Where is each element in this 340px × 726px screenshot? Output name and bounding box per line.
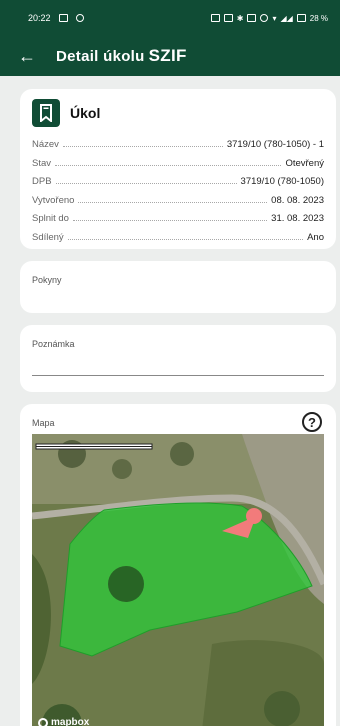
note-card: Poznámka <box>20 325 336 392</box>
status-bar: 20:22 ✱ ▾ ◢◢ 28 % <box>0 0 340 36</box>
status-time: 20:22 <box>28 13 51 23</box>
nfc-icon <box>223 14 233 22</box>
detail-leader <box>78 201 268 203</box>
map-card: Mapa ? mapbox <box>20 404 336 726</box>
sync-icon <box>75 14 84 22</box>
vibrate-icon <box>247 14 257 22</box>
detail-leader <box>72 220 268 221</box>
detail-value: 3719/10 (780-1050) <box>240 176 324 187</box>
arrow-left-icon[interactable]: ← <box>18 47 42 65</box>
task-title: Úkol <box>70 105 101 121</box>
instructions-card[interactable]: Pokyny <box>20 261 336 313</box>
detail-row: Sdílený Ano <box>32 232 324 251</box>
detail-value: Ano <box>307 231 324 243</box>
page-title-text: Detail úkolu <box>56 48 145 65</box>
detail-label: Splnit do <box>32 213 69 224</box>
signal-icon: ◢◢ <box>280 13 293 23</box>
detail-label: Sdílený <box>32 231 64 243</box>
battery-level: 28 % <box>309 13 328 23</box>
location-icon <box>260 14 269 22</box>
detail-value: 3719/10 (780-1050) - 1 <box>226 139 324 150</box>
detail-row: DPB 3719/10 (780-1050) <box>32 176 324 195</box>
detail-label: Název <box>32 139 59 150</box>
battery-icon <box>296 14 306 22</box>
detail-row: Název 3719/10 (780-1050) - 1 <box>32 139 324 158</box>
task-card: Úkol Název 3719/10 (780-1050) - 1 Stav Otev… <box>20 89 336 249</box>
wifi-icon: ▾ <box>272 13 277 23</box>
app-bar: ← Detail úkolu SZIF <box>0 36 340 76</box>
mapbox-text: mapbox <box>51 717 90 726</box>
detail-leader <box>67 238 304 240</box>
detail-row: Stav Otevřený <box>32 158 324 177</box>
mapbox-attribution[interactable]: mapbox <box>38 717 89 726</box>
detail-leader <box>55 164 282 166</box>
bluetooth-icon: ✱ <box>236 13 244 23</box>
map-view[interactable] <box>32 434 324 726</box>
bookmark-icon <box>32 99 60 127</box>
detail-value: 31. 08. 2023 <box>271 213 324 224</box>
detail-label: Vytvořeno <box>32 194 75 206</box>
detail-label: Stav <box>32 157 52 169</box>
mapbox-logo-icon <box>38 717 48 726</box>
detail-value: 08. 08. 2023 <box>271 194 324 206</box>
page-title-strong: SZIF <box>148 46 187 65</box>
detail-value: Otevřený <box>285 157 324 169</box>
detail-leader <box>55 183 237 184</box>
map-label: Mapa <box>32 418 55 428</box>
cast-icon <box>210 14 220 22</box>
instructions-label: Pokyny <box>32 275 62 285</box>
page-title: Detail úkolu SZIF <box>56 46 187 66</box>
detail-row: Vytvořeno 08. 08. 2023 <box>32 195 324 214</box>
task-details: Název 3719/10 (780-1050) - 1 Stav Otevřený D… <box>20 127 336 250</box>
detail-label: DPB <box>32 176 52 187</box>
detail-leader <box>62 146 223 147</box>
notification-icon <box>58 14 68 22</box>
note-label: Poznámka <box>32 339 75 349</box>
detail-row: Splnit do 31. 08. 2023 <box>32 213 324 232</box>
help-circle-icon[interactable]: ? <box>302 412 322 432</box>
note-input[interactable] <box>32 375 324 376</box>
